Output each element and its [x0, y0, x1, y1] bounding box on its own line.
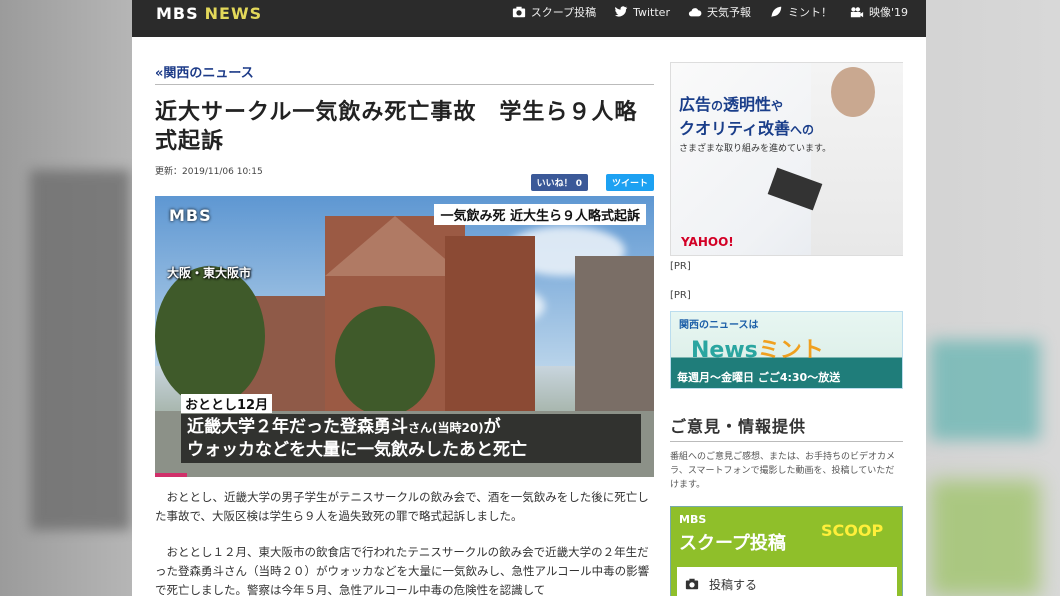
video-headline-caption: 一気飲み死 近大生ら９人略式起訴	[434, 204, 646, 225]
ad-subtext: さまざまな取り組みを進めています。	[679, 144, 832, 154]
video-building	[575, 256, 654, 416]
article-paragraph: おととし、近畿大学の男子学生がテニスサークルの飲み会で、酒を一気飲みをした後に死…	[155, 490, 649, 523]
mint-ad-banner[interactable]: 関西のニュースは Newsミント 毎週月～金曜日 ごご4:30～放送	[670, 311, 903, 389]
sidebar: 広告の透明性や クオリティ改善への さまざまな取り組みを進めています。 YAHO…	[670, 62, 903, 596]
video-date-caption: おととし12月	[181, 394, 273, 413]
mint-ad-top: 関西のニュースは	[679, 320, 759, 331]
feedback-text: 番組へのご意見ご感想、または、お手持ちのビデオカメラ、スマートフォンで撮影した動…	[670, 452, 896, 490]
camera-icon	[512, 6, 525, 18]
nav-twitter[interactable]: Twitter	[614, 5, 670, 19]
social-buttons: いいね！ 0 ツイート	[530, 174, 654, 191]
video-icon	[850, 7, 864, 18]
article: «関西のニュース 近大サークル一気飲み死亡事故 学生ら９人略式起訴 更新：201…	[155, 62, 654, 596]
camera-icon	[685, 578, 699, 590]
site-logo[interactable]: MBS NEWS	[156, 4, 262, 23]
yahoo-ad-banner[interactable]: 広告の透明性や クオリティ改善への さまざまな取り組みを進めています。 YAHO…	[670, 62, 903, 256]
mint-schedule: 毎週月～金曜日 ごご4:30～放送	[677, 371, 841, 384]
nav-mint[interactable]: ミント！	[769, 4, 832, 20]
ad-text: 広告	[679, 95, 712, 114]
top-nav: スクープ投稿 Twitter 天気予報 ミント！ 映像'19	[512, 0, 908, 24]
logo-news: NEWS	[204, 4, 263, 23]
cloud-icon	[688, 8, 702, 17]
ad-person-head	[831, 67, 875, 117]
nav-label: ミント！	[787, 6, 832, 19]
breadcrumb[interactable]: «関西のニュース	[155, 62, 654, 85]
twitter-icon	[614, 6, 628, 17]
nav-label: 天気予報	[706, 6, 751, 19]
pr-label: [PR]	[670, 261, 691, 272]
subtitle-line2: ウォッカなどを大量に一気飲みしたあと死亡	[187, 440, 527, 460]
background-blur	[30, 170, 130, 530]
mint-logo-news: News	[691, 338, 758, 363]
video-progress-bar[interactable]	[155, 473, 187, 477]
news-page: MBS NEWS スクープ投稿 Twitter 天気予報 ミント！ 映像'19	[132, 0, 926, 596]
ad-text: への	[790, 123, 815, 137]
ad-headline: 広告の透明性や	[679, 91, 783, 115]
article-title: 近大サークル一気飲み死亡事故 学生ら９人略式起訴	[155, 100, 638, 154]
post-label: 投稿する	[709, 577, 758, 592]
pr-label: [PR]	[670, 290, 691, 301]
scoop-logo: SCOOP	[821, 521, 884, 540]
background-blur	[930, 480, 1040, 596]
background-blur	[930, 340, 1040, 440]
article-paragraph: おととし１２月、東大阪市の飲食店で行われたテニスサークルの飲み会で近畿大学の２年…	[155, 545, 650, 596]
leaf-icon	[771, 6, 782, 18]
video-building	[445, 236, 535, 416]
subtitle-particle: が	[483, 417, 501, 437]
article-body: おととし、近畿大学の男子学生がテニスサークルの飲み会で、酒を一気飲みをした後に死…	[155, 488, 654, 596]
logo-mbs: MBS	[156, 4, 199, 23]
nav-label: スクープ投稿	[530, 6, 597, 19]
ad-text: や	[771, 99, 784, 113]
ad-text: の	[711, 99, 724, 113]
scoop-post-button[interactable]: 投稿する	[677, 567, 897, 596]
nav-video[interactable]: 映像'19	[850, 4, 908, 20]
scoop-title: スクープ投稿	[679, 533, 786, 554]
video-building-roof	[325, 216, 465, 276]
video-place-caption: 大阪・東大阪市	[167, 266, 252, 280]
nav-weather[interactable]: 天気予報	[688, 4, 751, 20]
mint-logo: Newsミント	[691, 332, 824, 364]
video-logo: MBS	[169, 206, 212, 225]
nav-label: 映像'19	[868, 6, 908, 19]
feedback-heading: ご意見・情報提供	[670, 413, 903, 442]
mint-logo-mint: ミント	[757, 338, 824, 363]
video-tree	[335, 306, 435, 416]
subtitle-name: 近畿大学２年だった登森勇斗	[187, 417, 408, 437]
tweet-button[interactable]: ツイート	[605, 174, 654, 191]
yahoo-logo: YAHOO!	[681, 235, 734, 249]
ad-text: クオリティ改善	[679, 119, 791, 138]
video-player[interactable]: MBS 一気飲み死 近大生ら９人略式起訴 大阪・東大阪市 おととし12月 近畿大…	[155, 196, 654, 477]
video-tree	[155, 266, 265, 406]
video-subtitle: 近畿大学２年だった登森勇斗さん(当時20)が ウォッカなどを大量に一気飲みしたあ…	[181, 414, 641, 463]
scoop-mbs-logo: MBS	[679, 513, 707, 526]
ad-text: 透明性	[723, 95, 772, 114]
nav-label: Twitter	[633, 5, 670, 19]
nav-scoop[interactable]: スクープ投稿	[512, 4, 596, 20]
ad-headline: クオリティ改善への	[679, 115, 814, 139]
site-header: MBS NEWS スクープ投稿 Twitter 天気予報 ミント！ 映像'19	[132, 0, 926, 37]
subtitle-age: さん(当時20)	[408, 421, 484, 435]
like-button[interactable]: いいね！ 0	[530, 174, 588, 191]
scoop-banner[interactable]: MBS スクープ投稿 SCOOP 投稿する	[670, 506, 903, 596]
